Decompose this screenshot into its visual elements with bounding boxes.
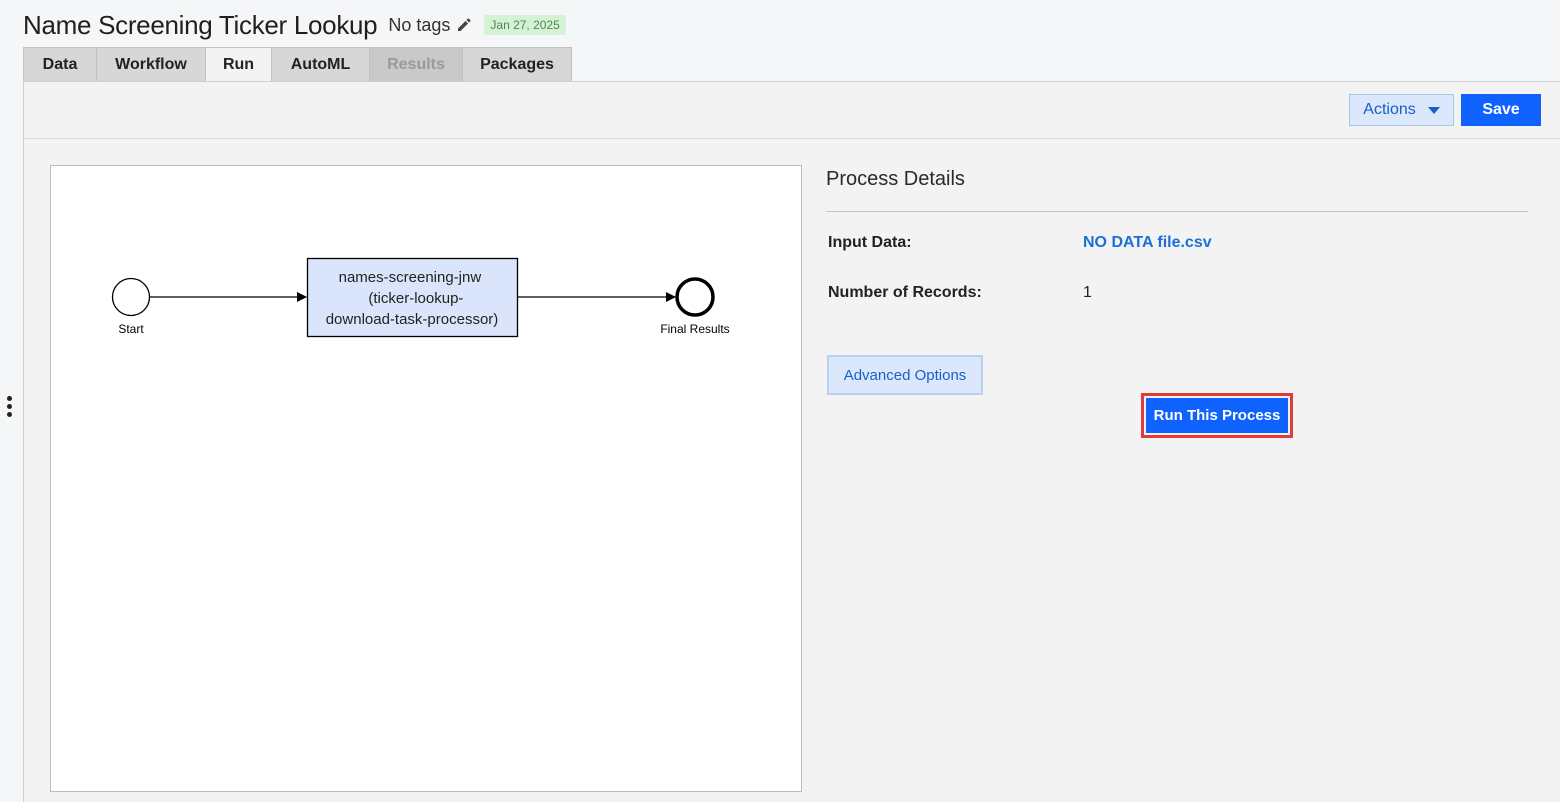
task-label-line: (ticker-lookup- bbox=[368, 290, 463, 307]
tab-packages[interactable]: Packages bbox=[462, 47, 572, 82]
date-badge: Jan 27, 2025 bbox=[484, 15, 566, 35]
records-value: 1 bbox=[1083, 284, 1092, 301]
run-panel: Actions Save Start names-screening-jnw (… bbox=[23, 81, 1560, 802]
advanced-options-button[interactable]: Advanced Options bbox=[827, 355, 983, 395]
workflow-canvas: Start names-screening-jnw (ticker-lookup… bbox=[50, 165, 802, 792]
input-data-label: Input Data: bbox=[828, 234, 912, 251]
actions-button[interactable]: Actions bbox=[1349, 94, 1454, 126]
page-title: Name Screening Ticker Lookup bbox=[23, 9, 378, 40]
toolbar: Actions Save bbox=[24, 82, 1560, 139]
tab-run[interactable]: Run bbox=[205, 47, 271, 82]
tab-results: Results bbox=[369, 47, 462, 82]
end-node[interactable] bbox=[675, 277, 715, 317]
start-node[interactable] bbox=[111, 277, 151, 317]
actions-label: Actions bbox=[1363, 101, 1416, 118]
caret-down-icon bbox=[1427, 106, 1440, 114]
page-header: Name Screening Ticker Lookup No tags Jan… bbox=[23, 8, 566, 42]
task-label-line: names-screening-jnw bbox=[339, 269, 482, 286]
start-label: Start bbox=[118, 322, 144, 336]
input-data-link[interactable]: NO DATA file.csv bbox=[1083, 234, 1212, 252]
tab-workflow[interactable]: Workflow bbox=[96, 47, 205, 82]
run-button-highlight: Run This Process bbox=[1141, 393, 1293, 438]
kebab-menu-icon[interactable] bbox=[5, 396, 13, 422]
records-row: Number of Records: 1 bbox=[826, 284, 1528, 334]
workflow-diagram: Start names-screening-jnw (ticker-lookup… bbox=[111, 257, 730, 338]
tab-bar: Data Workflow Run AutoML Results Package… bbox=[23, 47, 572, 82]
save-button[interactable]: Save bbox=[1461, 94, 1541, 126]
tags-label[interactable]: No tags bbox=[388, 15, 450, 36]
tab-data[interactable]: Data bbox=[23, 47, 96, 82]
records-label: Number of Records: bbox=[828, 284, 982, 301]
task-label-line: download-task-processor) bbox=[326, 311, 499, 328]
run-process-button[interactable]: Run This Process bbox=[1146, 398, 1288, 433]
divider bbox=[826, 211, 1528, 212]
process-details: Process Details Input Data: NO DATA file… bbox=[826, 165, 1528, 334]
end-label: Final Results bbox=[660, 322, 729, 336]
tab-automl[interactable]: AutoML bbox=[271, 47, 369, 82]
details-title: Process Details bbox=[826, 168, 965, 190]
input-data-row: Input Data: NO DATA file.csv bbox=[826, 234, 1528, 284]
pencil-icon[interactable] bbox=[456, 17, 472, 33]
